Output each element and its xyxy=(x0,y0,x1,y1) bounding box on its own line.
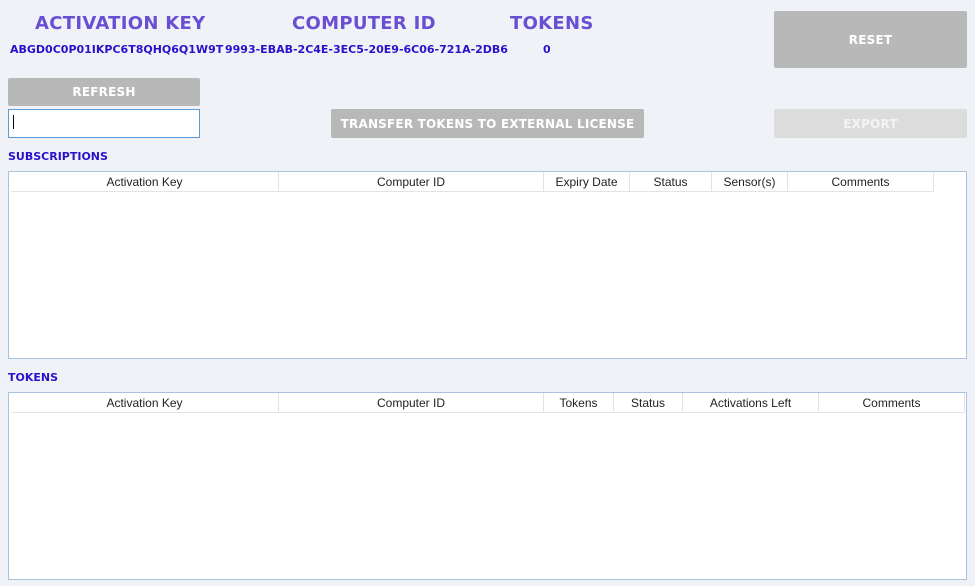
text-caret xyxy=(13,114,14,129)
subscriptions-col-expiry-date[interactable]: Expiry Date xyxy=(544,172,630,192)
search-input[interactable] xyxy=(8,109,200,138)
subscriptions-table-header: Activation Key Computer ID Expiry Date S… xyxy=(11,172,934,192)
tokens-col-comments[interactable]: Comments xyxy=(819,393,965,413)
computer-id-value: 9993-EBAB-2C4E-3EC5-20E9-6C06-721A-2DB6 xyxy=(225,43,508,56)
activation-key-value: ABGD0C0P01IKPC6T8QHQ6Q1W9T xyxy=(10,43,224,56)
tokens-table-header: Activation Key Computer ID Tokens Status… xyxy=(11,393,965,413)
tokens-col-computer-id[interactable]: Computer ID xyxy=(279,393,544,413)
tokens-col-activation-key[interactable]: Activation Key xyxy=(11,393,279,413)
subscriptions-col-computer-id[interactable]: Computer ID xyxy=(279,172,544,192)
tokens-label: TOKENS xyxy=(8,371,59,384)
export-button[interactable]: EXPORT xyxy=(774,109,967,138)
subscriptions-col-comments[interactable]: Comments xyxy=(788,172,934,192)
activation-key-title: ACTIVATION KEY xyxy=(35,13,206,34)
tokens-col-tokens[interactable]: Tokens xyxy=(544,393,614,413)
transfer-tokens-button[interactable]: TRANSFER TOKENS TO EXTERNAL LICENSE xyxy=(331,109,644,138)
tokens-title: TOKENS xyxy=(510,13,594,34)
computer-id-title: COMPUTER ID xyxy=(292,13,436,34)
refresh-button[interactable]: REFRESH xyxy=(8,78,200,106)
subscriptions-col-activation-key[interactable]: Activation Key xyxy=(11,172,279,192)
reset-button[interactable]: RESET xyxy=(774,11,967,68)
tokens-table[interactable]: Activation Key Computer ID Tokens Status… xyxy=(8,392,967,580)
subscriptions-label: SUBSCRIPTIONS xyxy=(8,150,108,163)
tokens-col-status[interactable]: Status xyxy=(614,393,683,413)
subscriptions-col-status[interactable]: Status xyxy=(630,172,712,192)
subscriptions-table[interactable]: Activation Key Computer ID Expiry Date S… xyxy=(8,171,967,359)
subscriptions-col-sensors[interactable]: Sensor(s) xyxy=(712,172,788,192)
tokens-value: 0 xyxy=(543,43,551,56)
tokens-col-activations-left[interactable]: Activations Left xyxy=(683,393,819,413)
